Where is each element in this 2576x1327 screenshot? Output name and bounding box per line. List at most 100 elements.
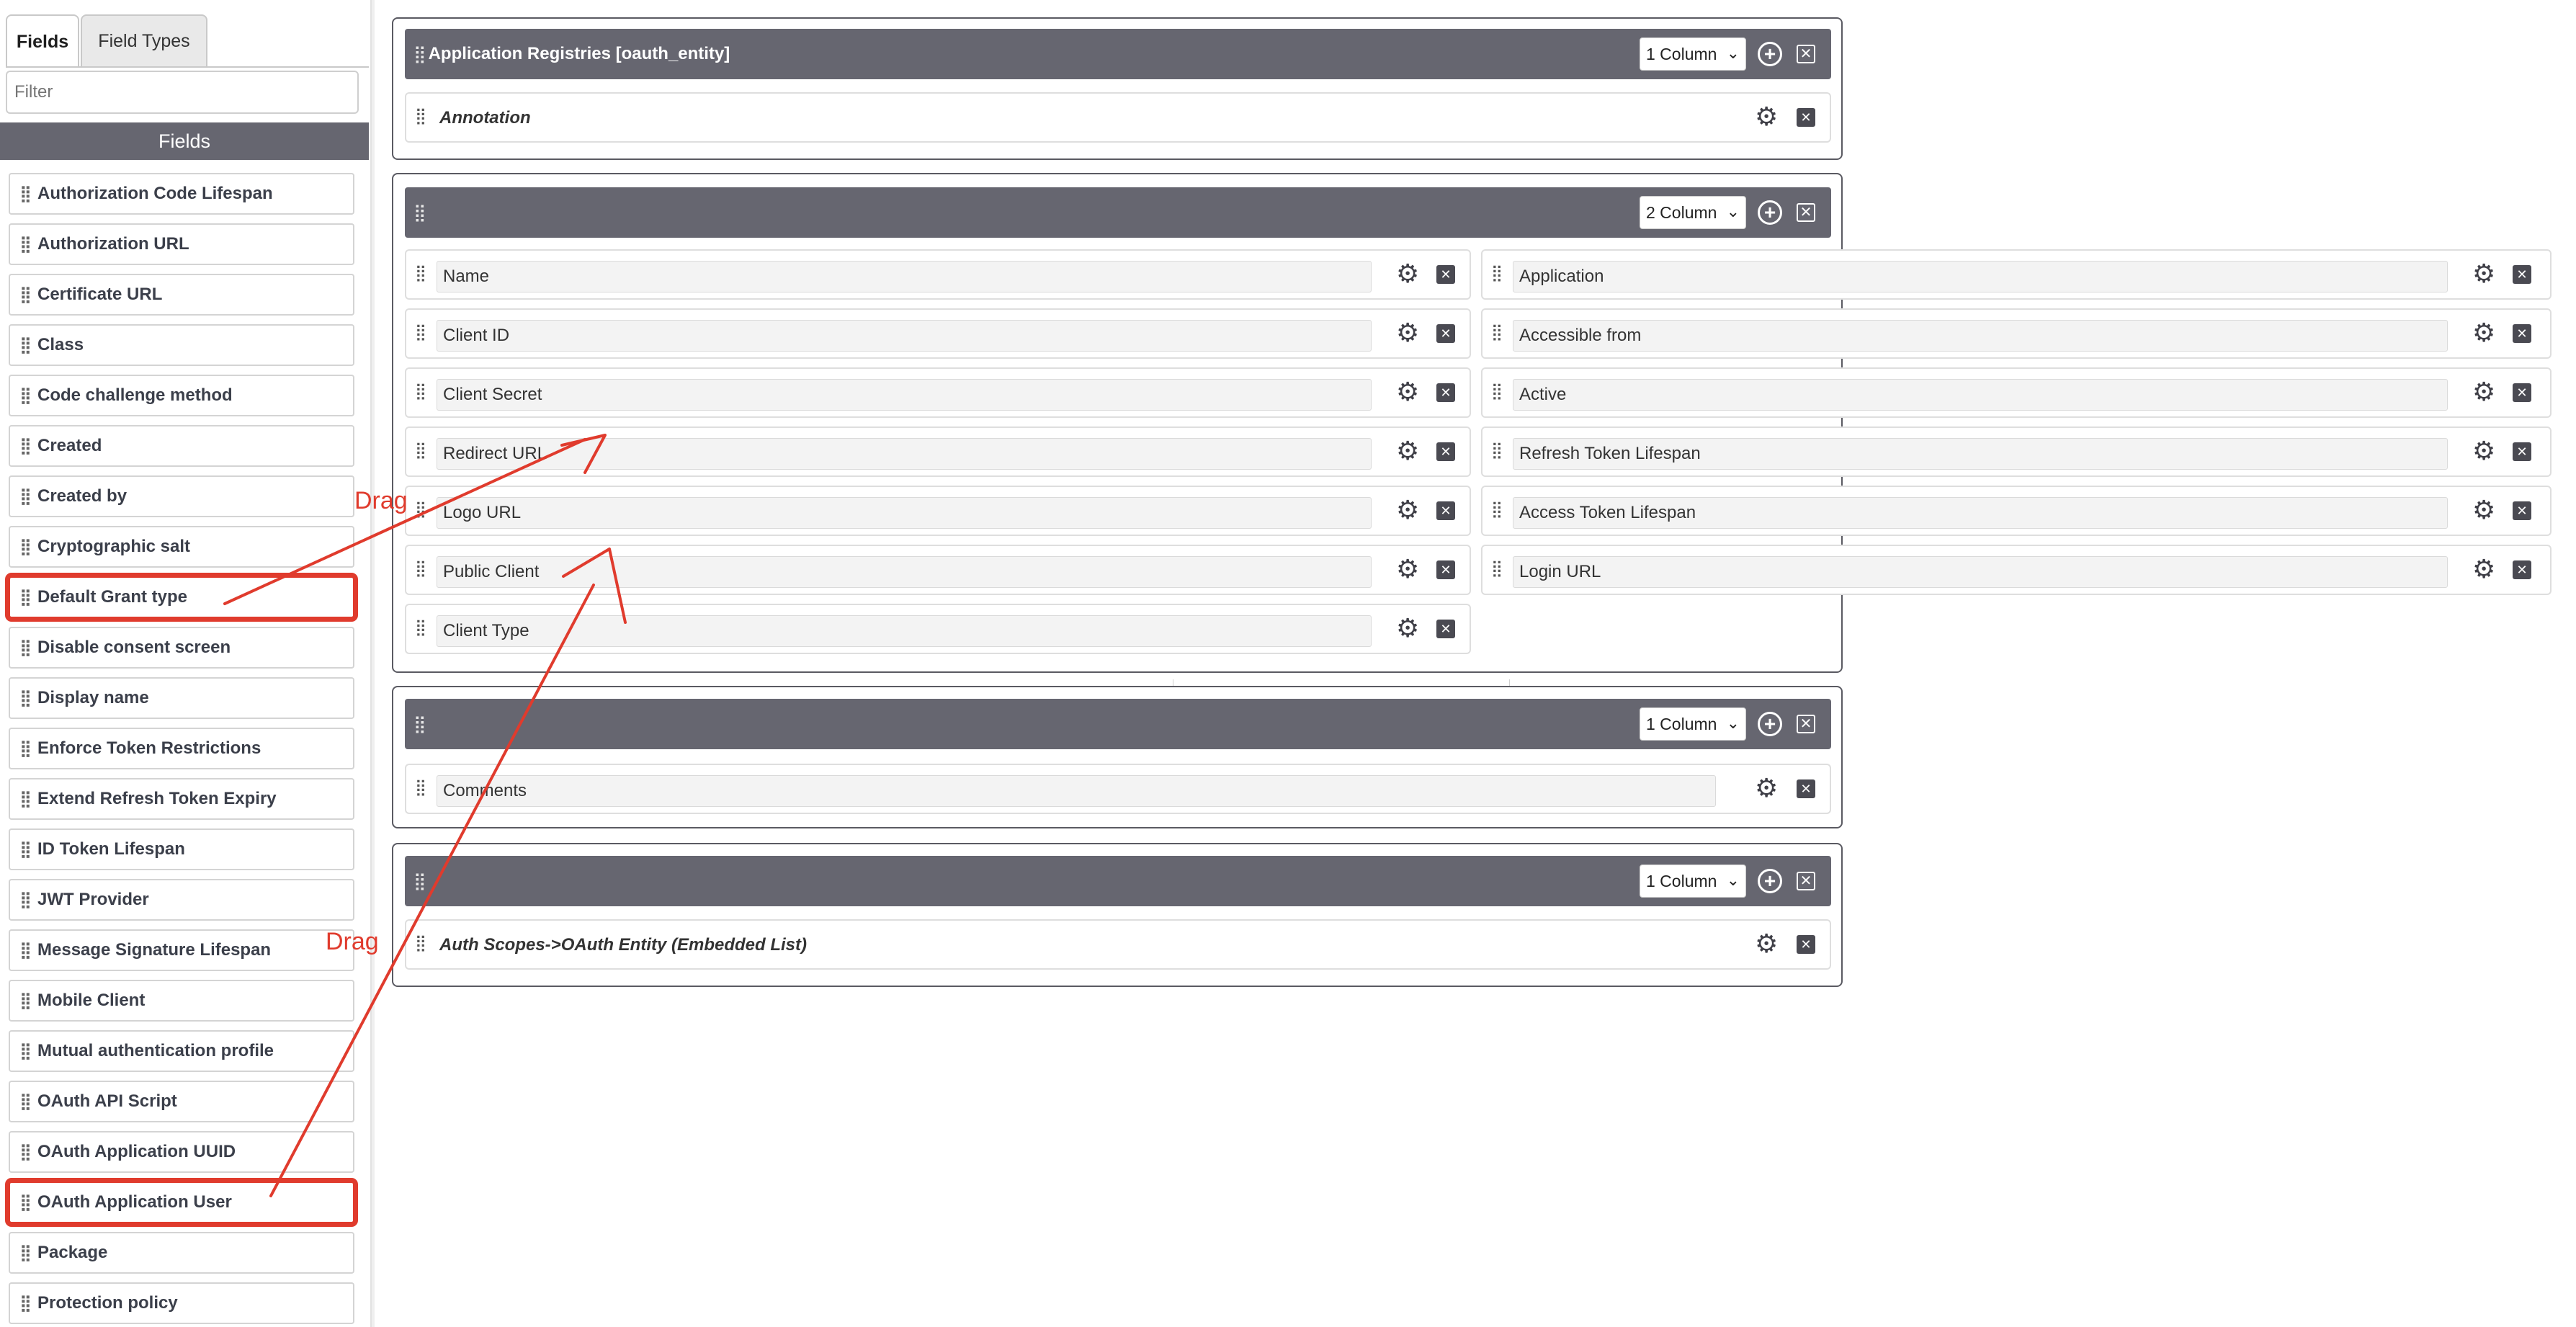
field-item-display-name[interactable]: ⣿ Display name <box>9 677 354 719</box>
form-row[interactable]: ⣿ Client Secret ⚙ ✕ <box>405 367 1471 418</box>
drag-handle-icon[interactable]: ⣿ <box>1491 264 1503 282</box>
field-item-cryptographic-salt[interactable]: ⣿ Cryptographic salt <box>9 526 354 568</box>
form-row[interactable]: ⣿ Client Type ⚙ ✕ <box>405 604 1471 654</box>
drag-handle-icon[interactable]: ⣿ <box>16 1143 33 1161</box>
gear-icon[interactable]: ⚙ <box>1396 615 1419 641</box>
drag-handle-icon[interactable]: ⣿ <box>16 689 33 707</box>
add-section-icon[interactable]: + <box>1758 712 1782 736</box>
drag-handle-icon[interactable]: ⣿ <box>16 336 33 354</box>
drag-handle-icon[interactable]: ⣿ <box>415 500 426 519</box>
field-client-secret[interactable]: Client Secret <box>437 379 1372 411</box>
drag-handle-icon[interactable]: ⣿ <box>16 1193 33 1212</box>
field-item-message-signature-lifespan[interactable]: ⣿ Message Signature Lifespan <box>9 929 354 971</box>
drag-handle-icon[interactable]: ⣿ <box>16 184 33 203</box>
field-item-default-grant-type[interactable]: ⣿ Default Grant type <box>5 573 358 622</box>
remove-field-icon[interactable]: ✕ <box>2513 324 2531 343</box>
drag-handle-icon[interactable]: ⣿ <box>413 44 426 65</box>
field-item-mobile-client[interactable]: ⣿ Mobile Client <box>9 980 354 1022</box>
column-layout-select[interactable]: 1 Column ⌄ <box>1640 707 1746 741</box>
field-name[interactable]: Name <box>437 261 1372 292</box>
add-section-icon[interactable]: + <box>1758 200 1782 225</box>
remove-field-icon[interactable]: ✕ <box>1436 560 1455 579</box>
remove-field-icon[interactable]: ✕ <box>2513 501 2531 520</box>
add-section-icon[interactable]: + <box>1758 869 1782 893</box>
form-row[interactable]: ⣿ Active ⚙ ✕ <box>1481 367 2552 418</box>
field-comments[interactable]: Comments <box>437 775 1716 807</box>
gear-icon[interactable]: ⚙ <box>1396 379 1419 405</box>
field-item-created[interactable]: ⣿ Created <box>9 425 354 467</box>
remove-field-icon[interactable]: ✕ <box>1436 620 1455 638</box>
filter-input[interactable] <box>6 71 359 114</box>
drag-handle-icon[interactable]: ⣿ <box>16 739 33 758</box>
tab-fields[interactable]: Fields <box>6 14 79 68</box>
form-row[interactable]: ⣿ Login URL ⚙ ✕ <box>1481 545 2552 595</box>
gear-icon[interactable]: ⚙ <box>2472 261 2495 287</box>
gear-icon[interactable]: ⚙ <box>1755 104 1778 130</box>
drag-handle-icon[interactable]: ⣿ <box>16 991 33 1010</box>
field-item-disable-consent-screen[interactable]: ⣿ Disable consent screen <box>9 627 354 669</box>
field-item-authorization-code-lifespan[interactable]: ⣿ Authorization Code Lifespan <box>9 173 354 215</box>
remove-field-icon[interactable]: ✕ <box>1436 442 1455 461</box>
remove-field-icon[interactable]: ✕ <box>1797 935 1815 954</box>
remove-field-icon[interactable]: ✕ <box>1436 501 1455 520</box>
drag-handle-icon[interactable]: ⣿ <box>415 618 426 637</box>
drag-handle-icon[interactable]: ⣿ <box>16 638 33 657</box>
field-item-oauth-application-user[interactable]: ⣿ OAuth Application User <box>5 1178 358 1227</box>
gear-icon[interactable]: ⚙ <box>1396 320 1419 346</box>
remove-field-icon[interactable]: ✕ <box>1436 265 1455 284</box>
drag-handle-icon[interactable]: ⣿ <box>413 714 426 735</box>
form-row[interactable]: ⣿ Public Client ⚙ ✕ <box>405 545 1471 595</box>
field-item-mutual-authentication-profile[interactable]: ⣿ Mutual authentication profile <box>9 1030 354 1072</box>
drag-handle-icon[interactable]: ⣿ <box>16 1294 33 1313</box>
drag-handle-icon[interactable]: ⣿ <box>415 559 426 578</box>
field-client-id[interactable]: Client ID <box>437 320 1372 352</box>
field-public-client[interactable]: Public Client <box>437 556 1372 588</box>
remove-field-icon[interactable]: ✕ <box>1436 324 1455 343</box>
form-row[interactable]: ⣿ Accessible from ⚙ ✕ <box>1481 308 2552 359</box>
field-item-package[interactable]: ⣿ Package <box>9 1232 354 1274</box>
gear-icon[interactable]: ⚙ <box>2472 379 2495 405</box>
column-layout-select[interactable]: 1 Column ⌄ <box>1640 37 1746 71</box>
field-item-enforce-token-restrictions[interactable]: ⣿ Enforce Token Restrictions <box>9 728 354 769</box>
drag-handle-icon[interactable]: ⣿ <box>16 588 33 607</box>
form-row[interactable]: ⣿ Comments ⚙ ✕ <box>405 764 1831 814</box>
gear-icon[interactable]: ⚙ <box>2472 497 2495 523</box>
form-row[interactable]: ⣿ Redirect URL ⚙ ✕ <box>405 426 1471 477</box>
field-item-protection-policy[interactable]: ⣿ Protection policy <box>9 1282 354 1324</box>
gear-icon[interactable]: ⚙ <box>2472 438 2495 464</box>
remove-field-icon[interactable]: ✕ <box>1797 779 1815 798</box>
form-row[interactable]: ⣿ Name ⚙ ✕ <box>405 249 1471 300</box>
drag-handle-icon[interactable]: ⣿ <box>415 934 426 952</box>
section-header[interactable]: ⣿ 1 Column ⌄ + ✕ <box>405 856 1831 906</box>
field-access-token-lifespan[interactable]: Access Token Lifespan <box>1513 497 2448 529</box>
field-accessible-from[interactable]: Accessible from <box>1513 320 2448 352</box>
section-header[interactable]: ⣿ Application Registries [oauth_entity] … <box>405 29 1831 79</box>
drag-handle-icon[interactable]: ⣿ <box>16 537 33 556</box>
drag-handle-icon[interactable]: ⣿ <box>1491 500 1503 519</box>
drag-handle-icon[interactable]: ⣿ <box>413 202 426 223</box>
gear-icon[interactable]: ⚙ <box>2472 556 2495 582</box>
drag-handle-icon[interactable]: ⣿ <box>415 323 426 341</box>
column-layout-select[interactable]: 2 Column ⌄ <box>1640 196 1746 229</box>
drag-handle-icon[interactable]: ⣿ <box>16 285 33 304</box>
drag-handle-icon[interactable]: ⣿ <box>415 264 426 282</box>
field-item-created-by[interactable]: ⣿ Created by <box>9 475 354 517</box>
drag-handle-icon[interactable]: ⣿ <box>1491 323 1503 341</box>
gear-icon[interactable]: ⚙ <box>1396 438 1419 464</box>
section-header[interactable]: ⣿ 1 Column ⌄ + ✕ <box>405 699 1831 749</box>
gear-icon[interactable]: ⚙ <box>1396 261 1419 287</box>
drag-handle-icon[interactable]: ⣿ <box>1491 441 1503 460</box>
remove-field-icon[interactable]: ✕ <box>2513 442 2531 461</box>
column-layout-select[interactable]: 1 Column ⌄ <box>1640 864 1746 898</box>
form-row[interactable]: ⣿ Logo URL ⚙ ✕ <box>405 486 1471 536</box>
section-header[interactable]: ⣿ 2 Column ⌄ + ✕ <box>405 187 1831 238</box>
field-item-extend-refresh-token-expiry[interactable]: ⣿ Extend Refresh Token Expiry <box>9 778 354 820</box>
gear-icon[interactable]: ⚙ <box>1396 556 1419 582</box>
drag-handle-icon[interactable]: ⣿ <box>16 941 33 960</box>
tab-field-types[interactable]: Field Types <box>81 14 207 66</box>
drag-handle-icon[interactable]: ⣿ <box>413 871 426 892</box>
drag-handle-icon[interactable]: ⣿ <box>415 107 426 125</box>
drag-handle-icon[interactable]: ⣿ <box>16 386 33 405</box>
drag-handle-icon[interactable]: ⣿ <box>16 487 33 506</box>
field-login-url[interactable]: Login URL <box>1513 556 2448 588</box>
